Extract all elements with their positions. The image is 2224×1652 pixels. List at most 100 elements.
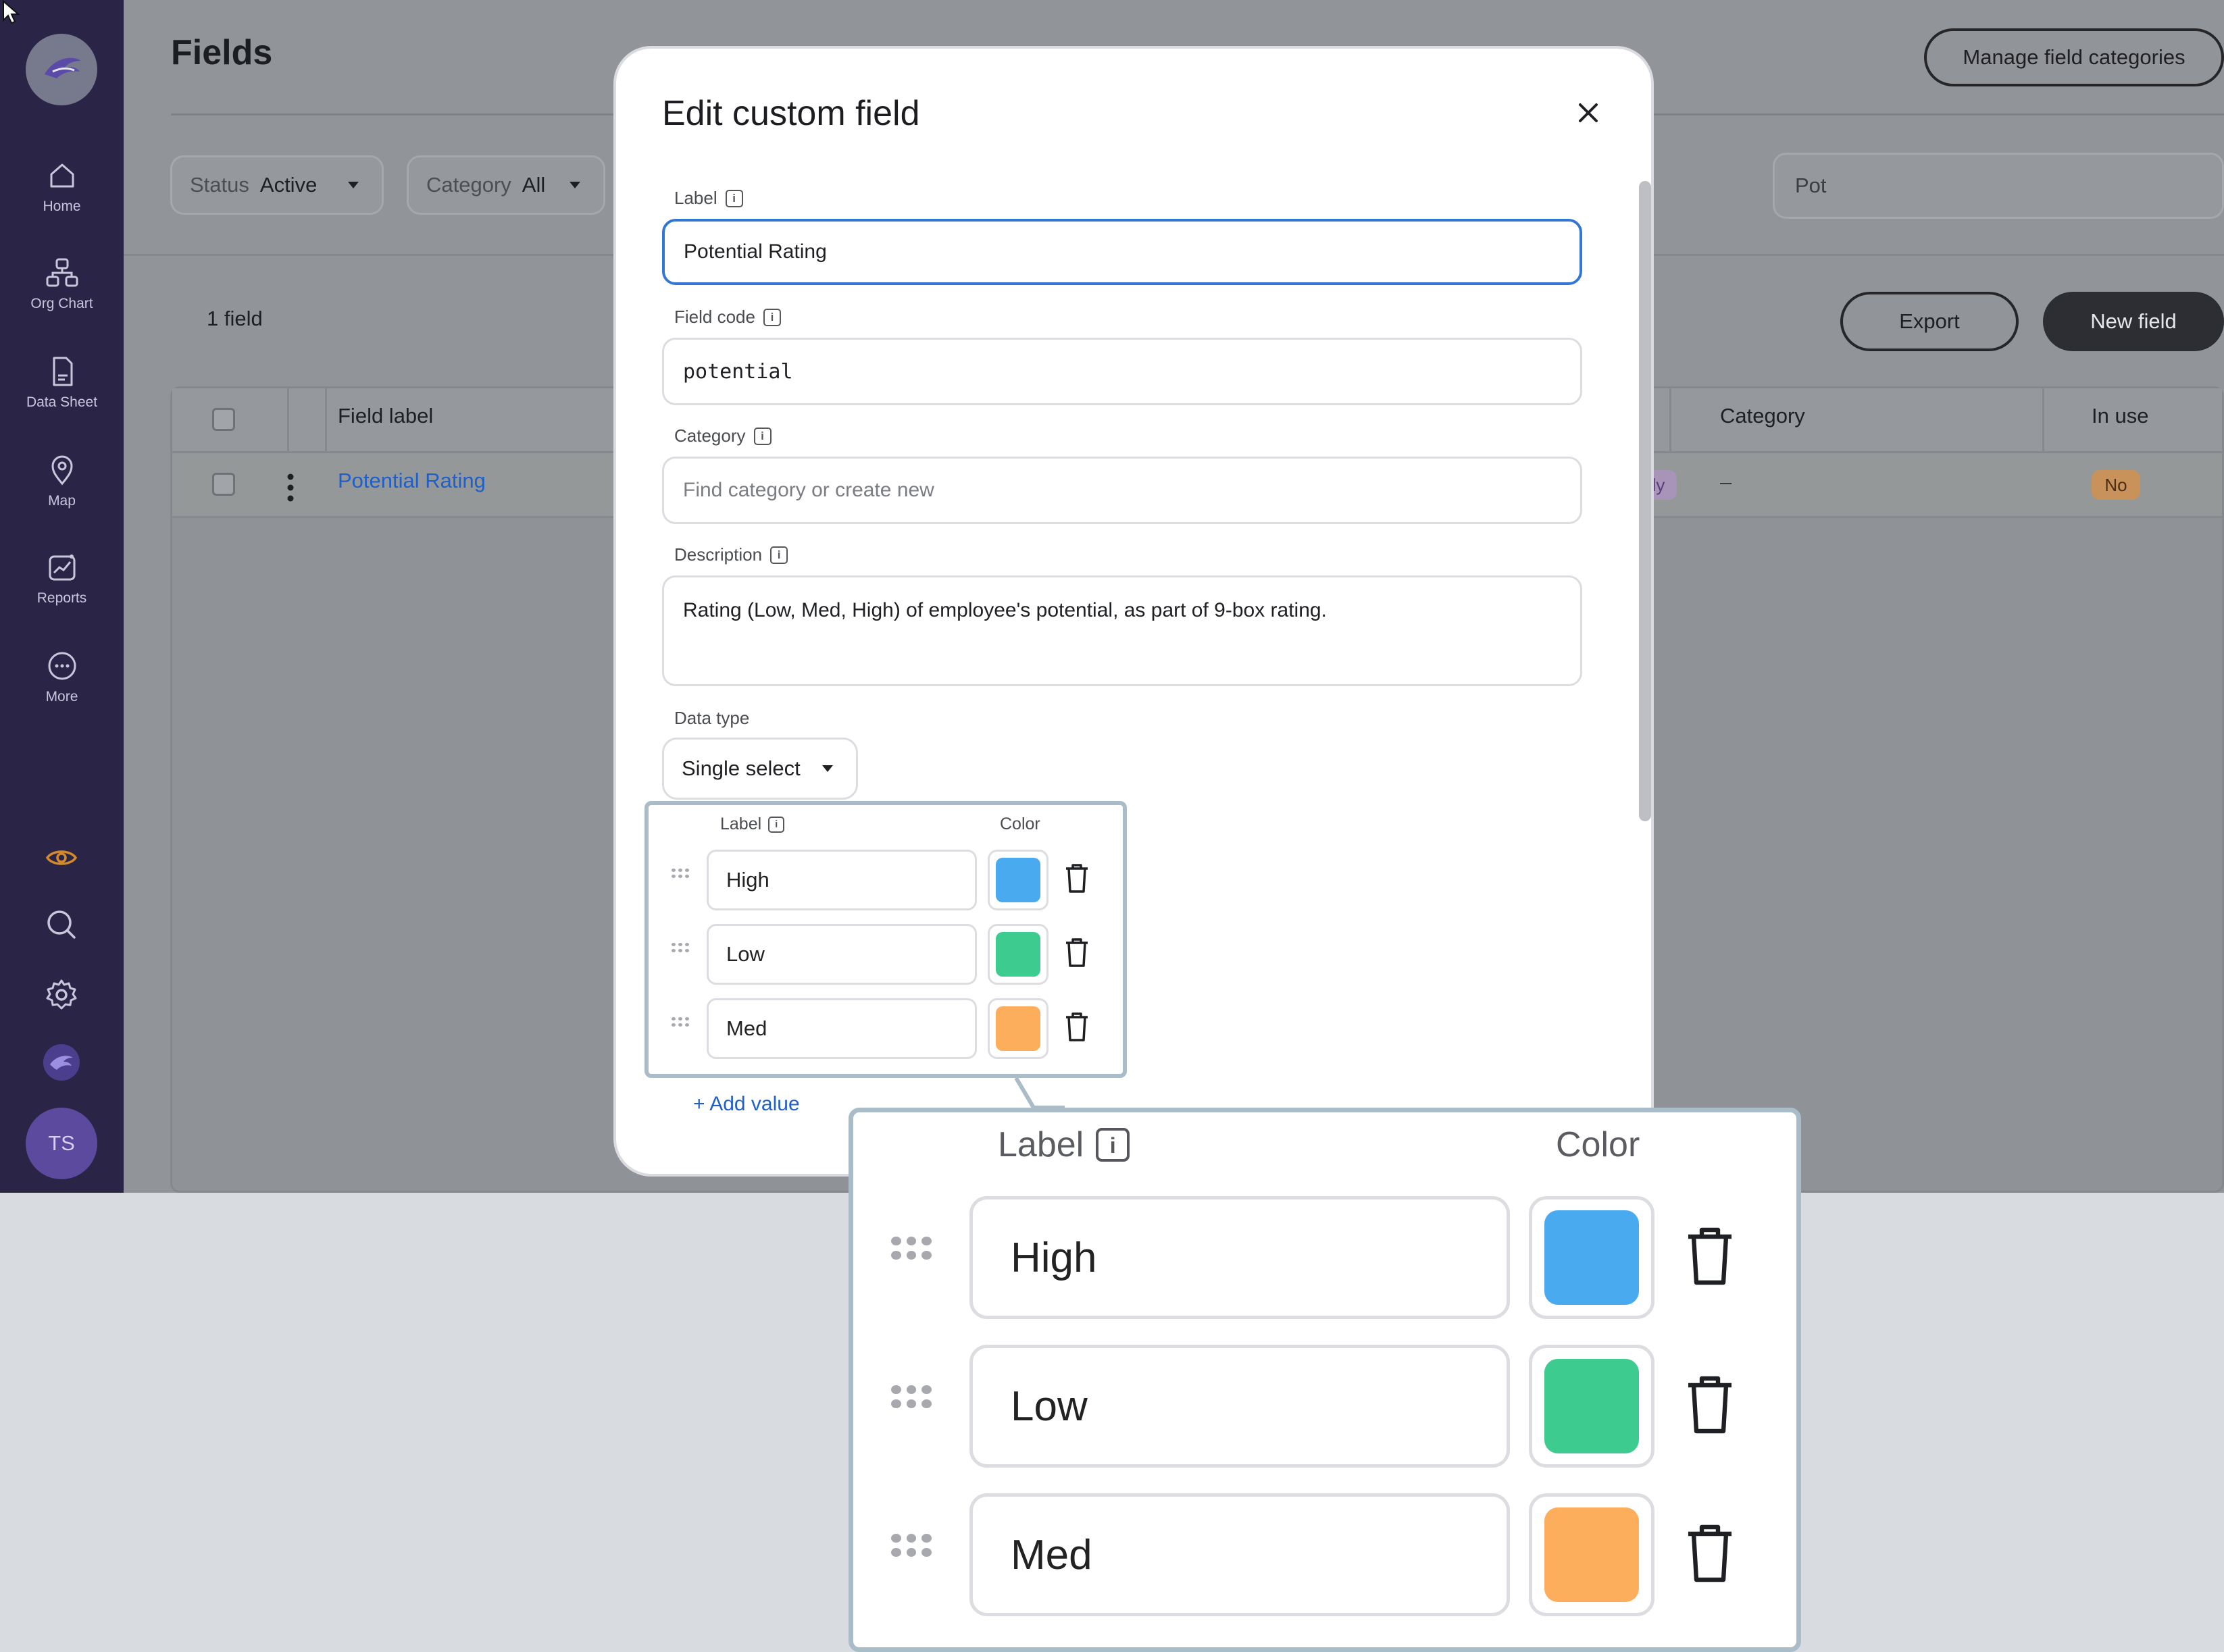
data-type-select[interactable]: Single select (662, 738, 858, 800)
sidebar-item-org-chart[interactable]: Org Chart (0, 257, 124, 312)
sidebar: Home Org Chart Data Sheet Map Reports Mo… (0, 0, 124, 1193)
sidebar-item-home[interactable]: Home (0, 159, 124, 215)
modal-scrollbar[interactable] (1639, 181, 1651, 821)
zoom-label-header: Label i (998, 1125, 1130, 1165)
select-all-checkbox[interactable] (212, 408, 235, 431)
status-filter[interactable]: Status Active (170, 155, 384, 215)
field-count: 1 field (207, 307, 263, 330)
values-color-header: Color (1000, 815, 1040, 833)
zoom-color-picker (1529, 1196, 1654, 1319)
info-icon[interactable]: i (753, 427, 772, 445)
sidebar-item-label: Home (43, 199, 81, 214)
sidebar-item-more[interactable]: More (0, 650, 124, 705)
drag-handle-icon[interactable] (672, 1017, 689, 1027)
label-input[interactable]: Potential Rating (662, 219, 1582, 285)
home-icon (50, 163, 74, 188)
color-swatch (1544, 1359, 1639, 1453)
org-logo-icon[interactable] (42, 1043, 81, 1082)
description-textarea[interactable]: Rating (Low, Med, High) of employee's po… (662, 575, 1582, 686)
zoom-color-header: Color (1556, 1125, 1640, 1164)
field-code-input[interactable]: potential (662, 338, 1582, 405)
trash-icon[interactable] (1063, 862, 1090, 896)
color-picker[interactable] (988, 998, 1048, 1059)
category-input[interactable]: Find category or create new (662, 457, 1582, 524)
category-label: Category i (674, 425, 772, 446)
color-picker[interactable] (988, 850, 1048, 910)
info-icon[interactable]: i (725, 189, 743, 207)
manage-field-categories-button[interactable]: Manage field categories (1924, 28, 2224, 86)
drag-handle-icon[interactable] (672, 943, 689, 952)
zoom-value-label: Low (969, 1345, 1510, 1468)
value-label-input[interactable]: Med (707, 998, 977, 1059)
description-label: Description i (674, 544, 788, 565)
zoom-color-picker (1529, 1345, 1654, 1468)
sidebar-item-label: More (45, 689, 78, 704)
gear-icon[interactable] (45, 978, 78, 1012)
trash-icon (1688, 1376, 1732, 1434)
app-logo[interactable] (26, 34, 97, 105)
values-table: Label i Color High Low Med (645, 801, 1127, 1078)
sidebar-item-data-sheet[interactable]: Data Sheet (0, 355, 124, 411)
color-picker[interactable] (988, 924, 1048, 985)
info-icon: i (1096, 1128, 1130, 1162)
new-field-button[interactable]: New field (2043, 292, 2224, 351)
color-swatch (996, 1006, 1040, 1051)
reports-icon (49, 554, 75, 581)
column-header-in-use[interactable]: In use (2092, 404, 2148, 428)
chevron-down-icon (822, 765, 833, 772)
cursor-icon (3, 0, 20, 24)
info-icon[interactable]: i (763, 308, 781, 326)
trash-icon[interactable] (1063, 1010, 1090, 1044)
trash-icon (1688, 1524, 1732, 1582)
add-value-link[interactable]: + Add value (693, 1093, 800, 1116)
color-swatch (996, 858, 1040, 902)
column-divider (287, 388, 289, 453)
sidebar-item-reports[interactable]: Reports (0, 551, 124, 606)
column-header-field-label[interactable]: Field label (338, 404, 433, 428)
drag-handle-icon[interactable] (672, 869, 689, 878)
drag-handle-icon (891, 1385, 932, 1408)
field-code-label: Field code i (674, 307, 781, 328)
eye-icon[interactable] (45, 844, 78, 871)
info-icon[interactable]: i (770, 546, 788, 564)
value-label-input[interactable]: High (707, 850, 977, 910)
page-title: Fields (171, 33, 273, 72)
search-input[interactable]: Pot (1773, 153, 2224, 219)
column-divider (1669, 388, 1671, 453)
drag-handle-icon (891, 1534, 932, 1557)
trash-icon[interactable] (1063, 936, 1090, 970)
field-label-link[interactable]: Potential Rating (338, 469, 486, 493)
value-label-input[interactable]: Low (707, 924, 977, 985)
row-category: – (1720, 470, 1732, 494)
sidebar-item-label: Reports (36, 590, 87, 606)
values-label-header: Label i (720, 815, 785, 834)
info-icon[interactable]: i (768, 816, 785, 833)
data-sheet-icon (53, 357, 72, 386)
close-icon[interactable] (1577, 101, 1600, 124)
sidebar-item-map[interactable]: Map (0, 454, 124, 509)
avatar[interactable]: TS (26, 1108, 97, 1179)
sidebar-item-label: Map (48, 493, 76, 509)
more-icon (48, 652, 76, 680)
zoom-callout: Label i Color High Low Med (849, 1108, 1801, 1652)
color-swatch (996, 932, 1040, 977)
org-chart-icon (46, 258, 78, 287)
row-menu-icon[interactable] (285, 473, 296, 502)
drag-handle-icon (891, 1237, 932, 1260)
trash-icon (1688, 1227, 1732, 1285)
zoom-value-label: High (969, 1196, 1510, 1319)
column-divider (2042, 388, 2044, 453)
category-filter[interactable]: Category All (407, 155, 605, 215)
bird-logo-icon (45, 57, 81, 78)
color-swatch (1544, 1507, 1639, 1602)
in-use-badge: No (2092, 470, 2140, 500)
search-icon[interactable] (45, 908, 78, 941)
row-checkbox[interactable] (212, 473, 235, 496)
color-swatch (1544, 1210, 1639, 1305)
export-button[interactable]: Export (1840, 292, 2019, 351)
chevron-down-icon (348, 182, 359, 188)
zoom-connector (1014, 1078, 1065, 1110)
chevron-down-icon (570, 182, 580, 188)
column-header-category[interactable]: Category (1720, 404, 1805, 428)
sidebar-item-label: Org Chart (30, 296, 93, 311)
